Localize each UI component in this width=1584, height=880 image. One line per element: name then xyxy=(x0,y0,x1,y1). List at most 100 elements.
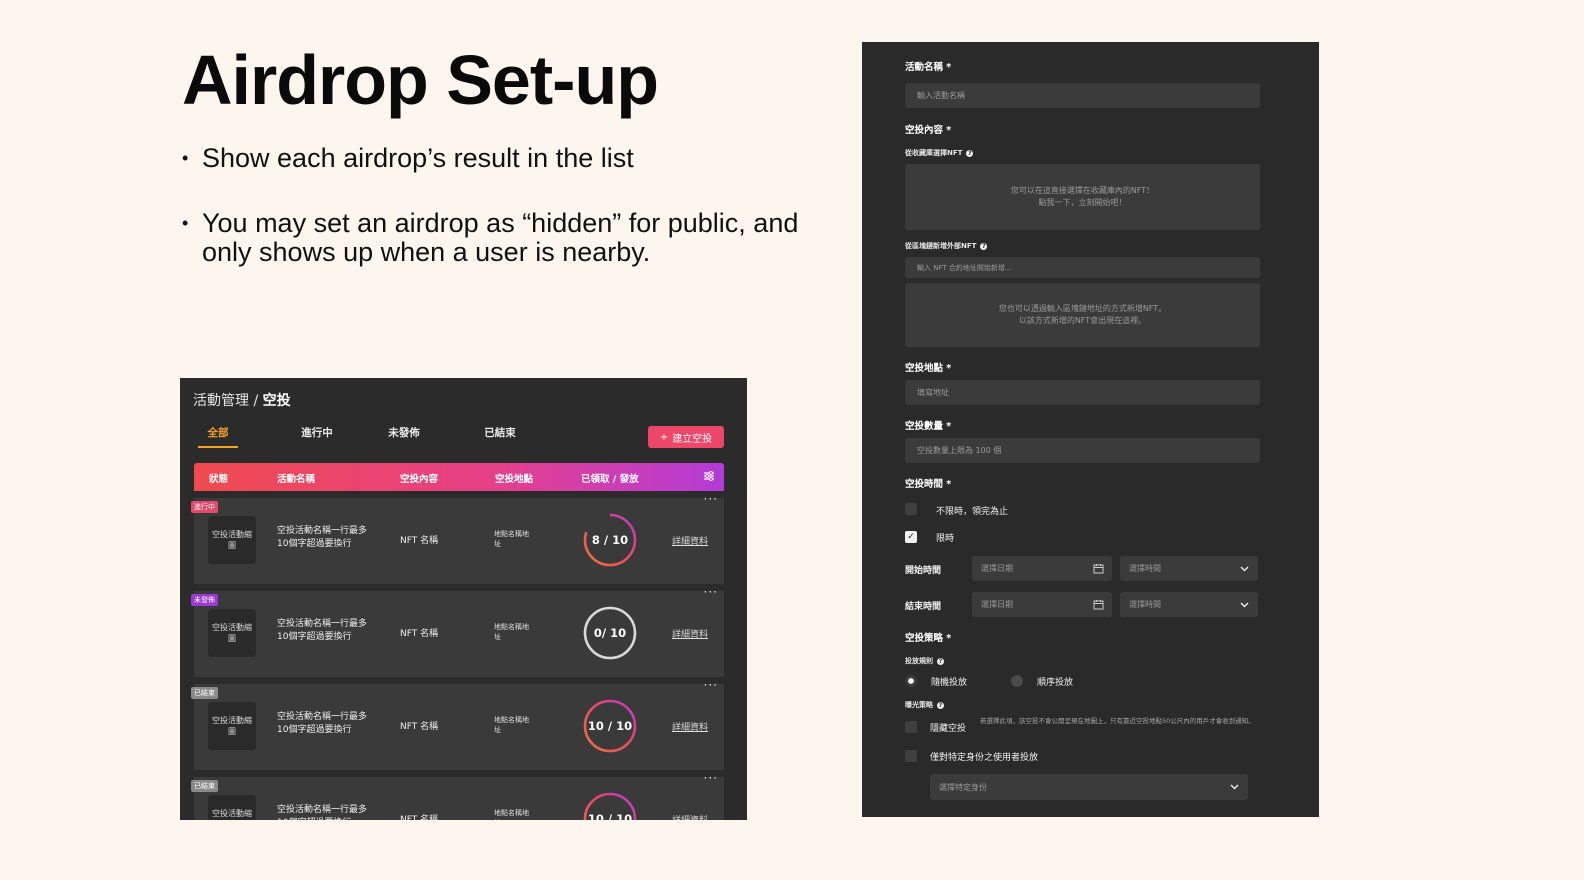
slide-title: Airdrop Set-up xyxy=(182,41,659,119)
tab-ended[interactable]: 已結束 xyxy=(480,425,520,448)
start-time-label: 開始時間 xyxy=(905,566,942,576)
contract-address-input[interactable]: 輸入 NFT 合約地址開始新增... xyxy=(905,257,1260,278)
nft-name: NFT 名稱 xyxy=(400,722,439,732)
chain-hint-line: 您也可以透過輸入區塊鏈地址的方式新增NFT。 xyxy=(998,304,1167,313)
airdrop-name: 空投活動名稱一行最多10個字超過要換行 xyxy=(277,712,368,735)
breadcrumb-parent[interactable]: 活動管理 / xyxy=(193,393,258,409)
end-date-picker[interactable]: 選擇日期 xyxy=(972,592,1112,617)
quantity-label: 空投數量 * xyxy=(905,421,952,432)
help-icon[interactable]: ? xyxy=(937,701,944,709)
location-label: 空投地點 * xyxy=(905,363,952,374)
from-chain-text: 從區塊鏈新增外部NFT xyxy=(905,242,977,250)
table-row[interactable]: 未發佈 ··· 空投活動縮圖 空投活動名稱一行最多10個字超過要換行 NFT 名稱 地點名… xyxy=(191,585,724,677)
chain-hint-line: 以該方式新增的NFT會出現在這裡。 xyxy=(1018,316,1147,325)
details-link[interactable]: 詳細資料 xyxy=(672,813,708,820)
identity-only-checkbox[interactable] xyxy=(905,750,917,762)
start-time-select[interactable]: 選擇時間 xyxy=(1120,556,1258,581)
from-chain-label: 從區塊鏈新增外部NFT ? xyxy=(905,241,988,251)
release-rule-text: 投放規則 xyxy=(905,657,933,665)
create-airdrop-label: 建立空投 xyxy=(672,433,713,445)
sequential-release-radio[interactable] xyxy=(1011,675,1023,687)
claimed-count: 0/ 10 xyxy=(593,626,627,640)
from-collection-label: 從收藏庫選擇NFT ? xyxy=(905,148,974,158)
nft-name: NFT 名稱 xyxy=(400,815,439,820)
bullet-item: • Show each airdrop’s result in the list xyxy=(182,144,822,173)
end-date-placeholder: 選擇日期 xyxy=(981,600,1013,609)
calendar-icon xyxy=(1093,600,1104,610)
exposure-text: 曝光策略 xyxy=(905,701,933,709)
start-date-placeholder: 選擇日期 xyxy=(981,564,1013,573)
plus-icon: + xyxy=(659,431,669,443)
collection-picker-box[interactable]: 您可以在這直接選擇在收藏庫內的NFT！ 點我一下，立刻開始吧！ xyxy=(905,164,1260,230)
bullet-dot-icon: • xyxy=(182,213,189,233)
airdrop-name: 空投活動名稱一行最多10個字超過要換行 xyxy=(277,619,368,642)
random-release-label: 隨機投放 xyxy=(931,678,968,688)
breadcrumb-current: 空投 xyxy=(262,393,291,409)
hidden-airdrop-note: 若選擇此項，該空投不會公開呈現在地圖上，只有靠近空投地點50公尺內的用戶才會收到… xyxy=(980,717,1255,725)
location-name: 地點名稱地址 xyxy=(494,530,529,548)
nft-name: NFT 名稱 xyxy=(400,629,439,639)
calendar-icon xyxy=(1093,564,1104,574)
activity-name-label: 活動名稱 * xyxy=(905,62,952,73)
status-tabs: 全部 進行中 未發佈 已結束 xyxy=(198,425,520,448)
identity-select[interactable]: 選擇特定身份 xyxy=(930,774,1248,800)
help-icon[interactable]: ? xyxy=(937,657,944,665)
column-location: 空投地點 xyxy=(495,474,534,485)
limited-checkbox[interactable]: ✓ xyxy=(905,531,917,543)
table-header: 狀態 活動名稱 空投內容 空投地點 已領取 / 發放 xyxy=(194,463,724,491)
hidden-airdrop-checkbox[interactable] xyxy=(905,721,917,733)
airdrop-thumbnail: 空投活動縮圖 xyxy=(208,516,256,564)
chevron-down-icon xyxy=(1230,784,1239,790)
tab-all[interactable]: 全部 xyxy=(198,425,238,448)
help-icon[interactable]: ? xyxy=(980,242,988,250)
bullet-text: You may set an airdrop as “hidden” for p… xyxy=(202,208,799,267)
start-time-placeholder: 選擇時間 xyxy=(1129,564,1161,573)
table-row[interactable]: 已結束···空投活動縮圖空投活動名稱一行最多10個字超過要換行NFT 名稱地點名… xyxy=(191,771,724,820)
table-row[interactable]: 進行中 ··· 空投活動縮圖 空投活動名稱一行最多10個字超過要換行 NFT 名稱 地點名… xyxy=(191,492,724,584)
location-name: 地點名稱地址 xyxy=(494,716,529,734)
more-options-icon[interactable]: ··· xyxy=(704,492,718,506)
from-collection-text: 從收藏庫選擇NFT xyxy=(905,149,963,157)
column-name: 活動名稱 xyxy=(277,474,316,485)
quantity-input[interactable]: 空投數量上限為 100 個 xyxy=(905,438,1260,463)
location-input[interactable]: 填寫地址 xyxy=(905,380,1260,405)
more-options-icon[interactable]: ··· xyxy=(704,771,718,785)
tab-ongoing[interactable]: 進行中 xyxy=(288,425,346,448)
chain-nft-box: 您也可以透過輸入區塊鏈地址的方式新增NFT。 以該方式新增的NFT會出現在這裡。 xyxy=(905,283,1260,347)
start-date-picker[interactable]: 選擇日期 xyxy=(972,556,1112,581)
airdrop-name: 空投活動名稱一行最多10個字超過要換行 xyxy=(277,526,368,549)
help-icon[interactable]: ? xyxy=(966,149,974,157)
sequential-release-label: 順序投放 xyxy=(1037,678,1074,688)
identity-placeholder: 選擇特定身份 xyxy=(939,782,987,792)
activity-name-input[interactable]: 輸入活動名稱 xyxy=(905,83,1260,108)
filter-settings-icon[interactable] xyxy=(702,469,716,483)
end-time-placeholder: 選擇時間 xyxy=(1129,600,1161,609)
nft-name: NFT 名稱 xyxy=(400,536,439,546)
collection-hint-line: 點我一下，立刻開始吧！ xyxy=(1038,198,1127,207)
random-release-radio[interactable] xyxy=(905,675,917,687)
release-rule-label: 投放規則 ? xyxy=(905,656,944,666)
unlimited-checkbox[interactable] xyxy=(905,503,917,515)
location-name: 地點名稱地址 xyxy=(494,809,529,820)
airdrop-form-panel: 活動名稱 * 輸入活動名稱 空投內容 * 從收藏庫選擇NFT ? 您可以在這直接… xyxy=(862,42,1319,817)
status-badge: 未發佈 xyxy=(191,594,218,606)
exposure-label: 曝光策略 ? xyxy=(905,700,944,710)
airdrop-thumbnail: 空投活動縮圖 xyxy=(208,795,256,820)
details-link[interactable]: 詳細資料 xyxy=(672,720,708,733)
end-time-select[interactable]: 選擇時間 xyxy=(1120,592,1258,617)
end-time-label: 結束時間 xyxy=(905,602,942,612)
location-name: 地點名稱地址 xyxy=(494,623,529,641)
tab-unpublished[interactable]: 未發佈 xyxy=(384,425,424,448)
column-claimed: 已領取 / 發放 xyxy=(581,474,639,485)
table-row[interactable]: 已結束···空投活動縮圖空投活動名稱一行最多10個字超過要換行NFT 名稱地點名… xyxy=(191,678,724,770)
airdrop-name: 空投活動名稱一行最多10個字超過要換行 xyxy=(277,805,368,820)
claimed-count: 10 / 10 xyxy=(587,719,633,733)
time-label: 空投時間 * xyxy=(905,479,952,490)
details-link[interactable]: 詳細資料 xyxy=(672,627,708,640)
create-airdrop-button[interactable]: + 建立空投 xyxy=(648,426,724,448)
details-link[interactable]: 詳細資料 xyxy=(672,534,708,547)
more-options-icon[interactable]: ··· xyxy=(704,678,718,692)
chevron-down-icon xyxy=(1240,602,1249,608)
more-options-icon[interactable]: ··· xyxy=(704,585,718,599)
status-badge: 已結束 xyxy=(191,687,218,699)
